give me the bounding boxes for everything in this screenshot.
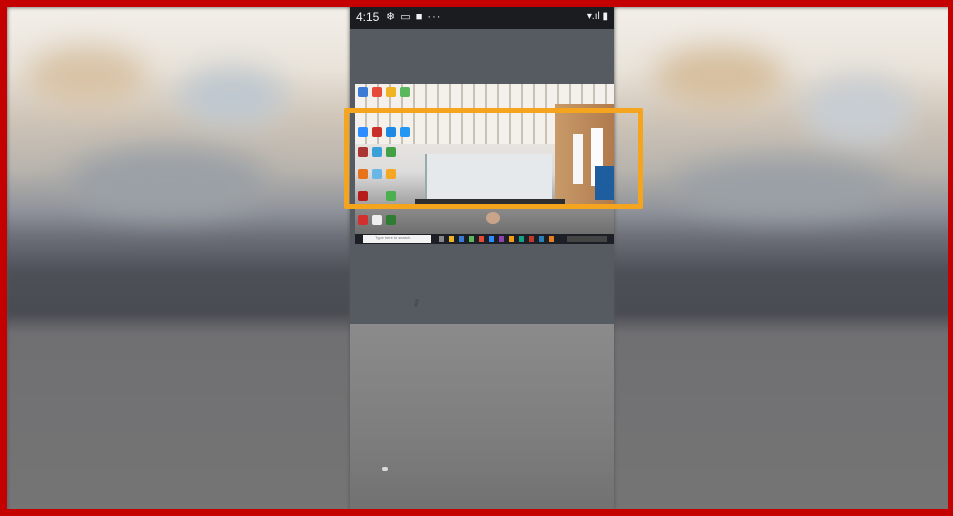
highlight-box — [344, 108, 643, 209]
taskbar-app-icon[interactable] — [519, 236, 524, 242]
blurred-background-left — [7, 7, 350, 509]
taskbar-app-icon[interactable] — [439, 236, 444, 242]
taskbar-app-icon[interactable] — [479, 236, 484, 242]
taskbar-app-icon[interactable] — [499, 236, 504, 242]
status-bar: 4:15 ❄ ▭ ■ ··· ▾.ıl ▮ — [350, 7, 614, 29]
blurred-background-right — [614, 7, 948, 509]
desktop-app-icon[interactable] — [386, 215, 396, 225]
taskbar-search-placeholder: Type here to search — [375, 235, 411, 240]
taskbar-app-icon[interactable] — [539, 236, 544, 242]
status-system-icons: ▾.ıl ▮ — [586, 11, 608, 22]
taskbar-app-icon[interactable] — [529, 236, 534, 242]
taskbar-tray-icons[interactable] — [567, 236, 607, 242]
taskbar-app-icon[interactable] — [449, 236, 454, 242]
desktop-app-icon[interactable] — [372, 215, 382, 225]
taskbar-app-icon[interactable] — [549, 236, 554, 242]
desktop-app-icon[interactable] — [372, 87, 382, 97]
video-frame: 4:15 ❄ ▭ ■ ··· ▾.ıl ▮ Type here to searc… — [0, 0, 953, 516]
status-notification-icons: ❄ ▭ ■ ··· — [386, 11, 442, 23]
taskbar-app-icon[interactable] — [509, 236, 514, 242]
taskbar-app-icon[interactable] — [469, 236, 474, 242]
desktop-app-icon[interactable] — [386, 87, 396, 97]
desktop-app-icon[interactable] — [358, 215, 368, 225]
person-figure — [486, 212, 500, 224]
taskbar-app-icon[interactable] — [459, 236, 464, 242]
status-time: 4:15 — [356, 10, 380, 24]
desktop-taskbar: Type here to search — [355, 234, 614, 244]
taskbar-app-icon[interactable] — [489, 236, 494, 242]
dust-speck — [382, 467, 388, 471]
desktop-app-icon[interactable] — [400, 87, 410, 97]
desktop-app-icon[interactable] — [358, 87, 368, 97]
camera-area — [350, 324, 614, 509]
taskbar-search-box[interactable]: Type here to search — [363, 235, 431, 243]
